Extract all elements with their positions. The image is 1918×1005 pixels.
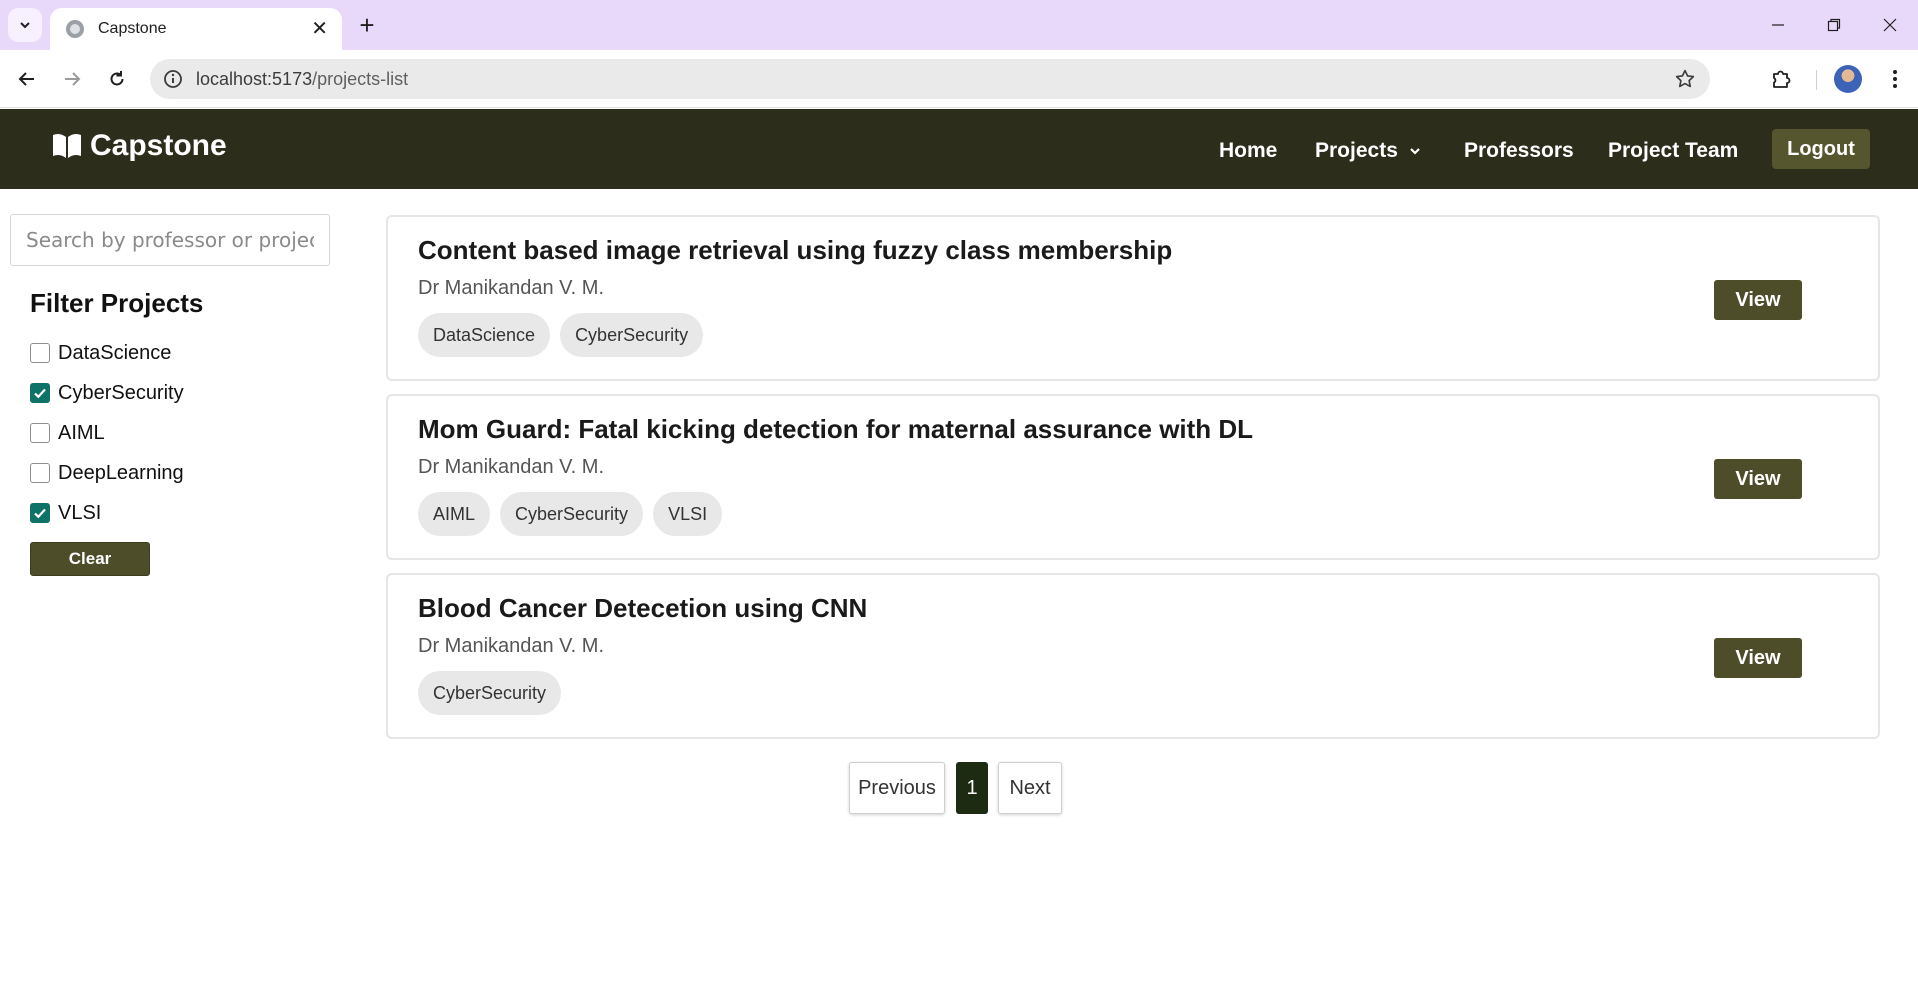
nav-project-team[interactable]: Project Team xyxy=(1608,139,1738,163)
filter-checkbox[interactable] xyxy=(30,423,50,443)
reload-button[interactable] xyxy=(100,62,134,96)
project-tag: VLSI xyxy=(653,492,723,536)
check-icon xyxy=(34,508,46,519)
project-title: Blood Cancer Detecetion using CNN xyxy=(418,593,868,623)
pagination-previous[interactable]: Previous xyxy=(849,762,945,814)
project-card: Mom Guard: Fatal kicking detection for m… xyxy=(386,394,1880,560)
brand-name: Capstone xyxy=(90,129,227,162)
clear-filters-button[interactable]: Clear xyxy=(30,542,150,576)
filter-checkbox[interactable] xyxy=(30,343,50,363)
filter-label: CyberSecurity xyxy=(58,381,184,404)
filter-label: AIML xyxy=(58,421,105,444)
nav-projects-label: Projects xyxy=(1315,139,1398,162)
filter-item-datascience[interactable]: DataScience xyxy=(30,333,184,373)
close-window-button[interactable] xyxy=(1870,8,1910,42)
project-card: Content based image retrieval using fuzz… xyxy=(386,215,1880,381)
profile-avatar[interactable] xyxy=(1834,65,1862,93)
minimize-button[interactable] xyxy=(1758,8,1798,42)
project-tag: DataScience xyxy=(418,313,551,357)
project-tags: DataScience CyberSecurity xyxy=(418,313,713,357)
tab-title: Capstone xyxy=(98,20,167,37)
new-tab-button[interactable]: + xyxy=(352,10,382,40)
back-button[interactable] xyxy=(10,62,44,96)
browser-tab-active[interactable]: Capstone ✕ xyxy=(50,8,342,50)
puzzle-icon xyxy=(1773,70,1791,88)
check-icon xyxy=(34,388,46,399)
project-professor: Dr Manikandan V. M. xyxy=(418,635,605,657)
project-professor: Dr Manikandan V. M. xyxy=(418,456,605,478)
view-project-button[interactable]: View xyxy=(1714,638,1802,678)
project-professor: Dr Manikandan V. M. xyxy=(418,277,605,299)
filter-list: DataScience CyberSecurity AIML DeepLearn… xyxy=(30,333,184,533)
filter-item-vlsi[interactable]: VLSI xyxy=(30,493,184,533)
view-project-button[interactable]: View xyxy=(1714,280,1802,320)
close-tab-icon[interactable]: ✕ xyxy=(311,19,328,39)
filter-label: DataScience xyxy=(58,341,172,364)
close-icon xyxy=(1883,18,1897,32)
project-tags: AIML CyberSecurity VLSI xyxy=(418,492,732,536)
project-title: Content based image retrieval using fuzz… xyxy=(418,235,1173,265)
project-tag: CyberSecurity xyxy=(418,671,562,715)
chevron-down-icon xyxy=(1410,148,1420,155)
project-card: Blood Cancer Detecetion using CNN Dr Man… xyxy=(386,573,1880,739)
star-icon[interactable] xyxy=(1674,68,1696,90)
forward-button[interactable] xyxy=(55,62,89,96)
filter-item-deeplearning[interactable]: DeepLearning xyxy=(30,453,184,493)
tab-search-button[interactable] xyxy=(8,8,42,42)
search-input[interactable] xyxy=(10,214,330,266)
brand-link[interactable]: Capstone xyxy=(52,129,227,163)
project-tag: AIML xyxy=(418,492,491,536)
toolbar-divider xyxy=(1816,70,1817,90)
filter-label: VLSI xyxy=(58,501,102,524)
nav-projects-dropdown[interactable]: Projects xyxy=(1315,139,1422,163)
project-title: Mom Guard: Fatal kicking detection for m… xyxy=(418,414,1254,444)
pagination-next[interactable]: Next xyxy=(998,762,1062,814)
browser-toolbar: localhost:5173/projects-list xyxy=(0,50,1918,108)
globe-icon xyxy=(66,20,84,38)
extensions-button[interactable] xyxy=(1764,62,1798,96)
arrow-left-icon xyxy=(18,72,34,86)
project-tags: CyberSecurity xyxy=(418,671,571,715)
filter-checkbox-checked[interactable] xyxy=(30,503,50,523)
app-navbar: Capstone Home Projects Professors Projec… xyxy=(0,109,1918,189)
url-host: localhost:5173 xyxy=(196,68,313,89)
project-tag: CyberSecurity xyxy=(560,313,704,357)
url-text: localhost:5173/projects-list xyxy=(196,69,408,90)
filter-item-aiml[interactable]: AIML xyxy=(30,413,184,453)
view-project-button[interactable]: View xyxy=(1714,459,1802,499)
chevron-down-icon xyxy=(20,22,30,29)
arrow-right-icon xyxy=(65,72,81,86)
filter-title: Filter Projects xyxy=(30,288,204,318)
filter-item-cybersecurity[interactable]: CyberSecurity xyxy=(30,373,184,413)
nav-home[interactable]: Home xyxy=(1219,139,1277,163)
pagination-page-current[interactable]: 1 xyxy=(956,762,988,814)
more-vert-icon xyxy=(1893,70,1897,88)
info-icon[interactable] xyxy=(162,68,184,90)
filter-checkbox-checked[interactable] xyxy=(30,383,50,403)
browser-menu-button[interactable] xyxy=(1878,62,1912,96)
book-open-icon xyxy=(53,133,81,158)
minimize-icon xyxy=(1772,24,1784,26)
restore-button[interactable] xyxy=(1814,8,1854,42)
filter-label: DeepLearning xyxy=(58,461,184,484)
browser-tab-strip: Capstone ✕ + xyxy=(0,0,1918,50)
url-path: /projects-list xyxy=(312,68,409,89)
filter-checkbox[interactable] xyxy=(30,463,50,483)
project-tag: CyberSecurity xyxy=(500,492,644,536)
logout-button[interactable]: Logout xyxy=(1772,129,1870,169)
reload-icon xyxy=(110,71,124,86)
address-bar[interactable]: localhost:5173/projects-list xyxy=(150,59,1710,99)
restore-icon xyxy=(1827,18,1841,32)
nav-professors[interactable]: Professors xyxy=(1464,139,1574,163)
